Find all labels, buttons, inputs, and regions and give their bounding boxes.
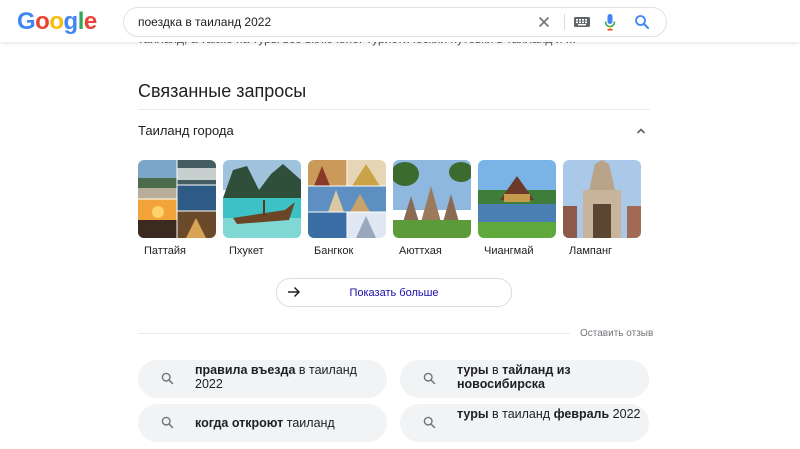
- show-more-button[interactable]: Показать больше: [276, 278, 512, 307]
- search-divider: [564, 14, 565, 30]
- chip-text-part: таиланд: [283, 416, 335, 430]
- search-icon: [423, 372, 436, 385]
- logo-letter: g: [63, 8, 79, 35]
- search-icon: [161, 416, 174, 429]
- city-label: Бангкок: [314, 245, 354, 257]
- related-search-chip[interactable]: правила въезда в таиланд 2022: [138, 360, 387, 398]
- header-bar: Google: [0, 0, 800, 42]
- city-photo: [393, 160, 471, 238]
- logo-letter: e: [83, 8, 97, 35]
- chip-text-part: 2022: [609, 407, 641, 421]
- search-icon[interactable]: [634, 14, 650, 30]
- city-label: Паттайя: [144, 245, 186, 257]
- search-icon: [423, 416, 436, 429]
- microphone-icon[interactable]: [603, 13, 617, 31]
- city-card-pattaya[interactable]: Паттайя: [138, 160, 216, 257]
- search-icon: [161, 372, 174, 385]
- search-box[interactable]: [123, 7, 667, 37]
- keyboard-icon[interactable]: [573, 15, 591, 29]
- city-card-lampang[interactable]: Лампанг: [563, 160, 641, 257]
- city-card-chiangmai[interactable]: Чиангмай: [478, 160, 556, 257]
- divider: [138, 109, 650, 110]
- logo-letter: G: [17, 8, 36, 35]
- chip-text: туры в таиланд февраль 2022: [457, 407, 643, 421]
- chip-text-bold: февраль: [553, 407, 610, 421]
- city-label: Пхукет: [229, 245, 264, 257]
- feedback-link[interactable]: Оставить отзыв: [580, 328, 653, 339]
- chip-text-bold: туры: [457, 407, 489, 421]
- close-icon[interactable]: [536, 14, 552, 30]
- show-more-label: Показать больше: [349, 287, 439, 299]
- related-searches-title: Связанные запросы: [138, 81, 307, 101]
- chevron-up-icon[interactable]: [634, 124, 648, 138]
- city-label: Чиангмай: [484, 245, 534, 257]
- related-search-chip[interactable]: когда откроют таиланд: [138, 404, 387, 442]
- search-input[interactable]: [138, 8, 498, 36]
- city-photo: [563, 160, 641, 238]
- divider: [138, 333, 570, 334]
- city-photo: [223, 160, 301, 238]
- google-logo[interactable]: Google: [17, 9, 97, 35]
- logo-letter: o: [35, 8, 50, 35]
- chip-text-part: в таиланд: [488, 407, 554, 421]
- chip-text-bold: когда откроют: [195, 416, 284, 430]
- city-card-ayutthaya[interactable]: Аюттхая: [393, 160, 471, 257]
- city-photo: [478, 160, 556, 238]
- chip-text: когда откроют таиланд: [195, 416, 381, 430]
- city-label: Аюттхая: [399, 245, 442, 257]
- chip-text-part: в: [488, 363, 503, 377]
- chip-text: правила въезда в таиланд 2022: [195, 363, 381, 391]
- city-card-phuket[interactable]: Пхукет: [223, 160, 301, 257]
- logo-letter: o: [49, 8, 64, 35]
- city-photo: [308, 160, 386, 238]
- chip-text: туры в тайланд из новосибирска: [457, 363, 643, 391]
- city-photo: [138, 160, 216, 238]
- city-label: Лампанг: [569, 245, 613, 257]
- chip-text-bold: правила въезда: [195, 363, 296, 377]
- chip-text-bold: туры: [457, 363, 489, 377]
- city-card-bangkok[interactable]: Бангкок: [308, 160, 386, 257]
- related-search-chip[interactable]: туры в таиланд февраль 2022: [400, 404, 649, 442]
- group-title[interactable]: Таиланд города: [138, 123, 234, 138]
- related-search-chip[interactable]: туры в тайланд из новосибирска: [400, 360, 649, 398]
